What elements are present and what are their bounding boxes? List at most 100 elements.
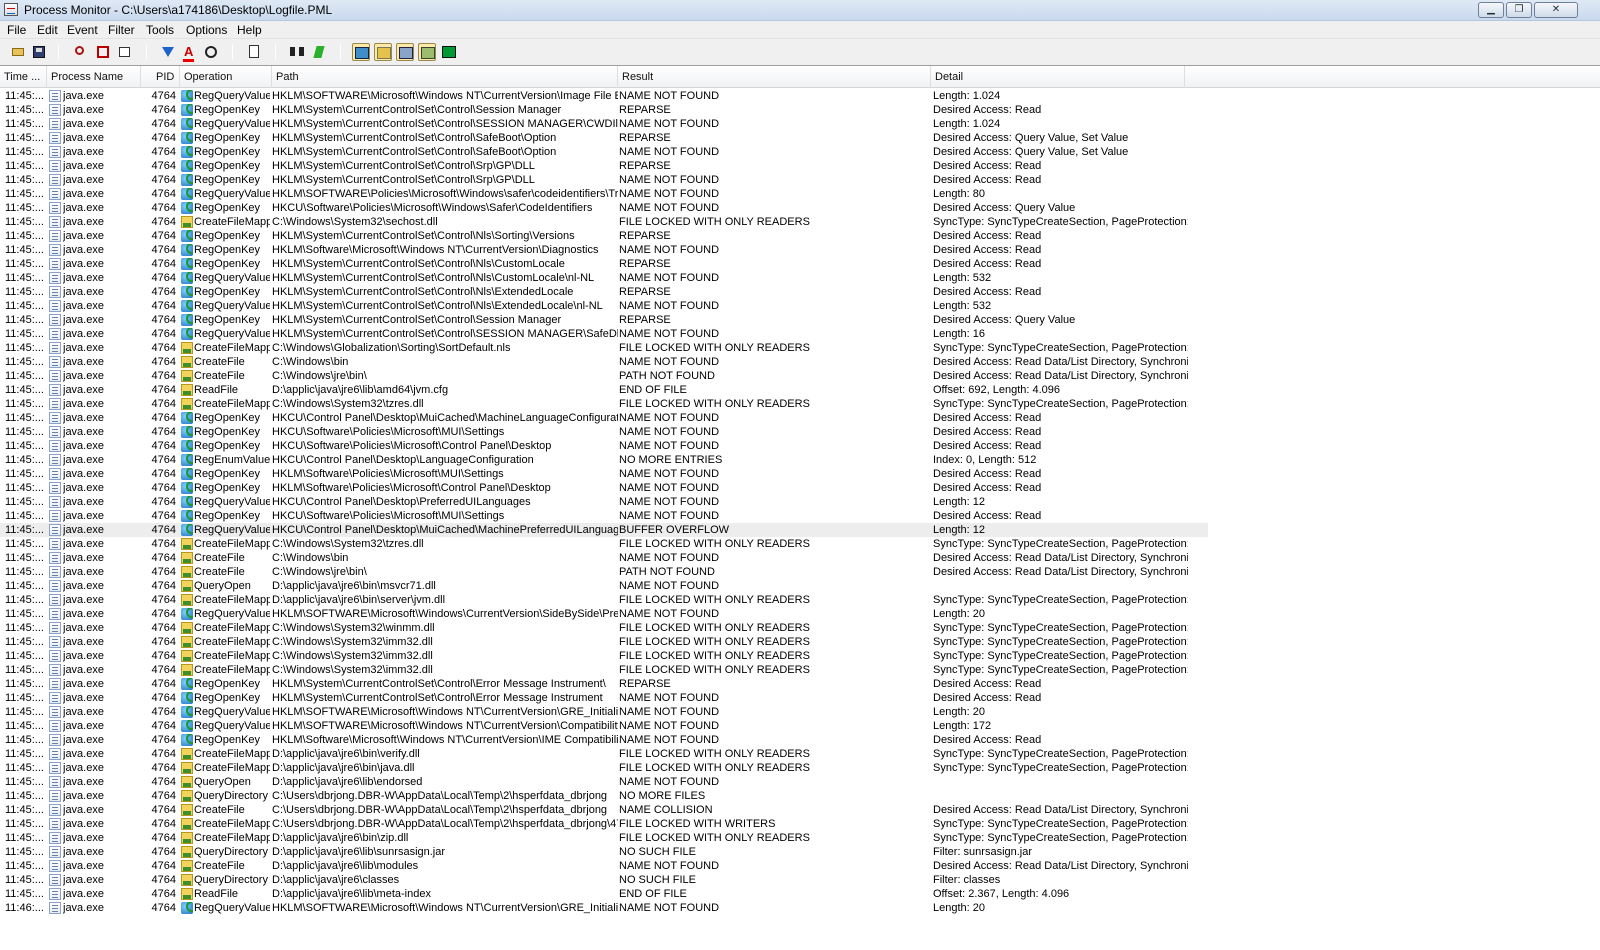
menu-filter[interactable]: Filter [108, 23, 135, 37]
include-process-target-icon[interactable] [202, 43, 220, 61]
event-list[interactable]: Time ... Process Name PID Operation Path… [0, 66, 1600, 950]
table-row[interactable]: 11:45:... java.exe 4764 CreateFileMapp...C:… [0, 649, 1600, 663]
minimize-button[interactable]: ▁ [1478, 2, 1504, 18]
menu-event[interactable]: Event [67, 23, 98, 37]
table-row[interactable]: 11:45:... java.exe 4764 CreateFile C:\Window… [0, 565, 1600, 579]
table-row[interactable]: 11:45:... java.exe 4764 RegOpenKey HKLM\Syst… [0, 145, 1600, 159]
table-row[interactable]: 11:45:... java.exe 4764 RegQueryValue HKLM\S… [0, 117, 1600, 131]
menu-help[interactable]: Help [237, 23, 262, 37]
column-operation[interactable]: Operation [180, 66, 272, 88]
table-row[interactable]: 11:45:... java.exe 4764 QueryDirectory C:\Us… [0, 789, 1600, 803]
menu-edit[interactable]: Edit [37, 23, 58, 37]
process-tree-icon[interactable] [245, 43, 263, 61]
table-row[interactable]: 11:45:... java.exe 4764 RegQueryValue HKCU\C… [0, 495, 1600, 509]
table-row[interactable]: 11:45:... java.exe 4764 CreateFileMapp...D:… [0, 831, 1600, 845]
table-row[interactable]: 11:45:... java.exe 4764 CreateFile D:\applic… [0, 859, 1600, 873]
menu-file[interactable]: File [7, 23, 26, 37]
cell-process-name: java.exe [63, 174, 104, 186]
table-row[interactable]: 11:45:... java.exe 4764 RegOpenKey HKLM\Syst… [0, 229, 1600, 243]
table-row[interactable]: 11:45:... java.exe 4764 CreateFileMapp...D:… [0, 747, 1600, 761]
table-row[interactable]: 11:45:... java.exe 4764 CreateFileMapp...C:… [0, 817, 1600, 831]
table-row[interactable]: 11:45:... java.exe 4764 CreateFile C:\Users\… [0, 803, 1600, 817]
table-row[interactable]: 11:45:... java.exe 4764 RegOpenKey HKLM\Syst… [0, 159, 1600, 173]
table-row[interactable]: 11:45:... java.exe 4764 ReadFile D:\applic\j… [0, 383, 1600, 397]
table-row[interactable]: 11:45:... java.exe 4764 CreateFileMapp...C:… [0, 621, 1600, 635]
table-row[interactable]: 11:45:... java.exe 4764 RegOpenKey HKLM\Syst… [0, 103, 1600, 117]
table-row[interactable]: 11:45:... java.exe 4764 RegOpenKey HKLM\Syst… [0, 257, 1600, 271]
table-row[interactable]: 11:45:... java.exe 4764 RegQueryValue HKLM\S… [0, 299, 1600, 313]
highlight-icon[interactable]: A [180, 43, 198, 62]
table-row[interactable]: 11:45:... java.exe 4764 RegOpenKey HKLM\Soft… [0, 733, 1600, 747]
table-row[interactable]: 11:45:... java.exe 4764 RegOpenKey HKLM\Syst… [0, 173, 1600, 187]
column-pid[interactable]: PID [141, 66, 180, 88]
table-row[interactable]: 11:45:... java.exe 4764 RegQueryValue HKLM\S… [0, 89, 1600, 103]
show-network-icon[interactable] [396, 43, 414, 61]
cell-result: NAME NOT FOUND [619, 468, 720, 480]
open-folder-icon[interactable] [9, 43, 27, 61]
maximize-button[interactable]: ❐ [1506, 2, 1532, 18]
column-path[interactable]: Path [272, 66, 618, 88]
table-row[interactable]: 11:45:... java.exe 4764 RegOpenKey HKCU\Cont… [0, 411, 1600, 425]
save-icon[interactable] [30, 43, 48, 61]
process-app-icon [49, 118, 61, 130]
close-button[interactable]: ✕ [1534, 2, 1578, 18]
process-monitor-app-icon[interactable] [4, 3, 18, 16]
cell-pid: 4764 [151, 90, 176, 102]
table-row[interactable]: 11:45:... java.exe 4764 QueryOpen D:\applic\… [0, 579, 1600, 593]
table-row[interactable]: 11:45:... java.exe 4764 RegQueryValue HKCU\C… [0, 523, 1208, 537]
table-row[interactable]: 11:45:... java.exe 4764 CreateFile C:\Window… [0, 355, 1600, 369]
table-row[interactable]: 11:45:... java.exe 4764 RegOpenKey HKCU\Soft… [0, 439, 1600, 453]
table-row[interactable]: 11:45:... java.exe 4764 RegOpenKey HKLM\Soft… [0, 467, 1600, 481]
table-row[interactable]: 11:45:... java.exe 4764 RegOpenKey HKLM\Syst… [0, 677, 1600, 691]
cell-detail: Offset: 692, Length: 4.096 [933, 384, 1061, 396]
table-row[interactable]: 11:45:... java.exe 4764 ReadFile D:\applic\j… [0, 887, 1600, 901]
magnify-capture-icon[interactable] [72, 43, 90, 61]
table-row[interactable]: 11:45:... java.exe 4764 CreateFileMapp...C:… [0, 537, 1600, 551]
table-row[interactable]: 11:45:... java.exe 4764 CreateFileMapp...C:… [0, 215, 1600, 229]
show-process-thread-icon[interactable] [418, 43, 436, 61]
column-process-name[interactable]: Process Name [47, 66, 141, 88]
table-row[interactable]: 11:45:... java.exe 4764 QueryDirectory D:\ap… [0, 845, 1600, 859]
table-row[interactable]: 11:45:... java.exe 4764 RegQueryValue HKLM\S… [0, 271, 1600, 285]
table-row[interactable]: 11:45:... java.exe 4764 RegOpenKey HKLM\Syst… [0, 313, 1600, 327]
find-icon[interactable] [288, 43, 306, 61]
table-row[interactable]: 11:45:... java.exe 4764 QueryDirectory D:\ap… [0, 873, 1600, 887]
table-row[interactable]: 11:46:... java.exe 4764 RegQueryValue HKLM\S… [0, 901, 1600, 915]
table-row[interactable]: 11:45:... java.exe 4764 RegQueryValue HKLM\S… [0, 705, 1600, 719]
table-row[interactable]: 11:45:... java.exe 4764 CreateFileMapp...C:… [0, 635, 1600, 649]
table-row[interactable]: 11:45:... java.exe 4764 CreateFileMapp...D:… [0, 761, 1600, 775]
table-row[interactable]: 11:45:... java.exe 4764 RegOpenKey HKLM\Syst… [0, 285, 1600, 299]
table-row[interactable]: 11:45:... java.exe 4764 RegQueryValue HKLM\S… [0, 607, 1600, 621]
show-filesystem-icon[interactable] [374, 43, 392, 61]
table-row[interactable]: 11:45:... java.exe 4764 RegOpenKey HKLM\Soft… [0, 481, 1600, 495]
table-row[interactable]: 11:45:... java.exe 4764 CreateFileMapp...D:… [0, 593, 1600, 607]
menu-tools[interactable]: Tools [146, 23, 174, 37]
table-row[interactable]: 11:45:... java.exe 4764 CreateFileMapp...C:… [0, 341, 1600, 355]
column-detail[interactable]: Detail [931, 66, 1185, 88]
table-row[interactable]: 11:45:... java.exe 4764 CreateFile C:\Window… [0, 369, 1600, 383]
jump-to-icon[interactable] [310, 43, 328, 61]
show-registry-icon[interactable] [352, 43, 370, 61]
table-row[interactable]: 11:45:... java.exe 4764 RegOpenKey HKLM\Syst… [0, 131, 1600, 145]
column-result[interactable]: Result [618, 66, 931, 88]
table-row[interactable]: 11:45:... java.exe 4764 RegQueryValue HKLM\S… [0, 187, 1600, 201]
table-row[interactable]: 11:45:... java.exe 4764 RegQueryValue HKLM\S… [0, 719, 1600, 733]
table-row[interactable]: 11:45:... java.exe 4764 CreateFile C:\Window… [0, 551, 1600, 565]
column-time[interactable]: Time ... [0, 66, 47, 88]
menu-options[interactable]: Options [186, 23, 227, 37]
show-profiling-icon[interactable] [440, 43, 458, 61]
table-row[interactable]: 11:45:... java.exe 4764 RegEnumValue HKCU\Co… [0, 453, 1600, 467]
clear-display-icon[interactable] [116, 43, 134, 61]
table-row[interactable]: 11:45:... java.exe 4764 CreateFileMapp...C:… [0, 663, 1600, 677]
table-row[interactable]: 11:45:... java.exe 4764 RegQueryValue HKLM\S… [0, 327, 1600, 341]
table-row[interactable]: 11:45:... java.exe 4764 RegOpenKey HKLM\Soft… [0, 243, 1600, 257]
table-row[interactable]: 11:45:... java.exe 4764 CreateFileMapp...C:… [0, 397, 1600, 411]
table-row[interactable]: 11:45:... java.exe 4764 RegOpenKey HKLM\Syst… [0, 691, 1600, 705]
table-row[interactable]: 11:45:... java.exe 4764 QueryOpen D:\applic\… [0, 775, 1600, 789]
filter-icon[interactable] [159, 43, 177, 61]
table-row[interactable]: 11:45:... java.exe 4764 RegOpenKey HKCU\Soft… [0, 509, 1600, 523]
table-row[interactable]: 11:45:... java.exe 4764 RegOpenKey HKCU\Soft… [0, 201, 1600, 215]
autoscroll-icon[interactable] [94, 43, 112, 61]
table-row[interactable]: 11:45:... java.exe 4764 RegOpenKey HKCU\Soft… [0, 425, 1600, 439]
cell-result: FILE LOCKED WITH ONLY READERS [619, 762, 810, 774]
